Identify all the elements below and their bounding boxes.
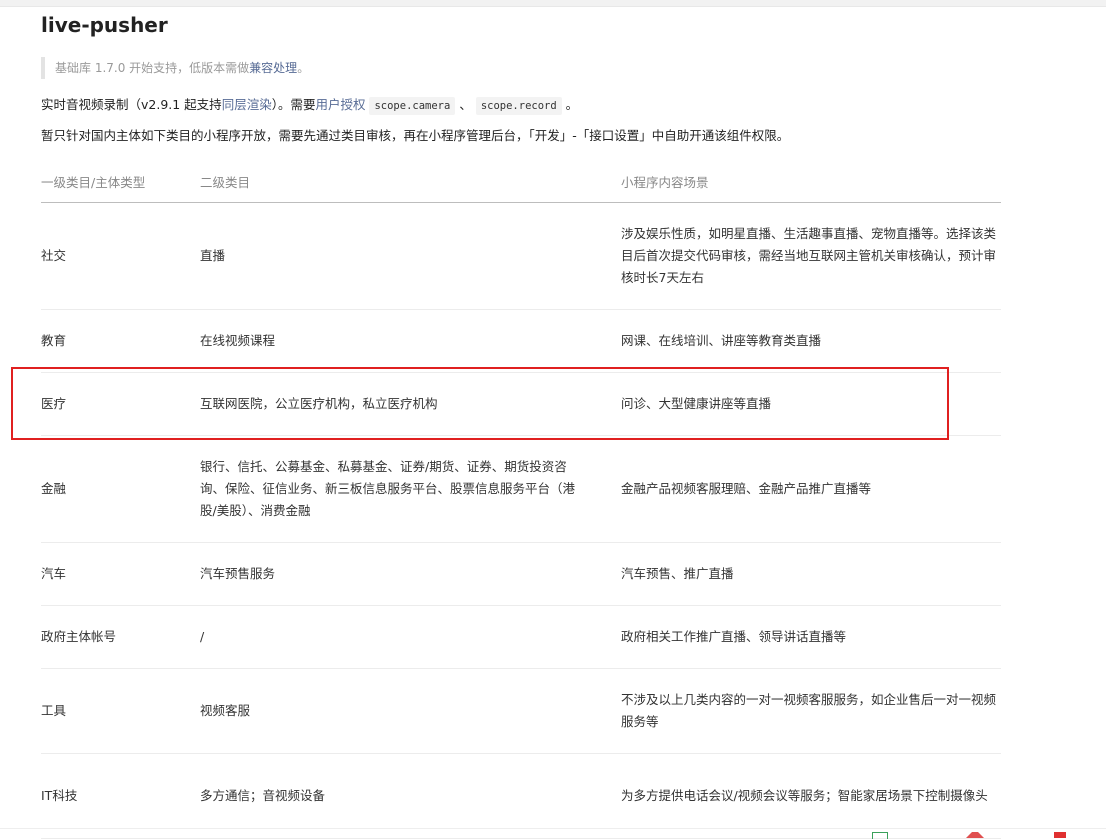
- scope-record-code: scope.record: [475, 97, 562, 115]
- header-cat2: 二级类目: [200, 160, 621, 203]
- notice-paragraph: 暂只针对国内主体如下类目的小程序开放，需要先通过类目审核，再在小程序管理后台，「…: [41, 128, 790, 143]
- table-row: 社交 直播 涉及娱乐性质，如明星直播、生活趣事直播、宠物直播等。选择该类目后首次…: [41, 202, 1001, 310]
- cell-cat2-text: 银行、信托、公募基金、私募基金、证券/期货、证券、期货投资咨询、保险、征信业务、…: [200, 459, 576, 518]
- cell-scene: 涉及娱乐性质，如明星直播、生活趣事直播、宠物直播等。选择该类目后首次提交代码审核…: [621, 202, 1001, 310]
- header-cat1: 一级类目/主体类型: [41, 160, 200, 203]
- intro-paragraph: 实时音视频录制（v2.9.1 起支持同层渲染）。需要用户授权 scope.cam…: [41, 95, 578, 116]
- cell-cat1: IT科技: [41, 753, 200, 839]
- tip-suffix: 。: [297, 61, 310, 75]
- warning-icon[interactable]: [966, 832, 984, 838]
- table-header-row: 一级类目/主体类型 二级类目 小程序内容场景: [41, 160, 1001, 203]
- scope-camera-code: scope.camera: [369, 97, 456, 115]
- cell-scene: 汽车预售、推广直播: [621, 542, 1001, 606]
- page-title: live-pusher: [41, 13, 168, 37]
- cell-cat2: 汽车预售服务: [200, 542, 621, 606]
- cell-scene: 为多方提供电话会议/视频会议等服务；智能家居场景下控制摄像头: [621, 753, 1001, 839]
- table-row: 金融 银行、信托、公募基金、私募基金、证券/期货、证券、期货投资咨询、保险、征信…: [41, 435, 1001, 543]
- user-auth-link[interactable]: 用户授权: [315, 97, 365, 112]
- cell-scene: 网课、在线培训、讲座等教育类直播: [621, 309, 1001, 373]
- table-row: IT科技 多方通信；音视频设备 为多方提供电话会议/视频会议等服务；智能家居场景…: [41, 753, 1001, 839]
- intro-text-1: 实时音视频录制（v2.9.1 起支持: [41, 97, 222, 112]
- cell-scene: 金融产品视频客服理赔、金融产品推广直播等: [621, 435, 1001, 543]
- table-row: 汽车 汽车预售服务 汽车预售、推广直播: [41, 542, 1001, 606]
- intro-sep: 、: [459, 97, 472, 112]
- cell-scene: 不涉及以上几类内容的一对一视频客服服务，如企业售后一对一视频服务等: [621, 668, 1001, 754]
- cell-cat1: 工具: [41, 668, 200, 754]
- cell-cat2: 视频客服: [200, 668, 621, 754]
- report-icon[interactable]: [1054, 832, 1066, 838]
- cell-cat1: 汽车: [41, 542, 200, 606]
- cell-cat2: 在线视频课程: [200, 309, 621, 373]
- cell-cat2: 直播: [200, 202, 621, 310]
- intro-text-2: ）。需要: [271, 97, 316, 112]
- cell-scene: 政府相关工作推广直播、领导讲话直播等: [621, 605, 1001, 669]
- header-scene: 小程序内容场景: [621, 160, 1001, 203]
- cell-cat1: 社交: [41, 202, 200, 310]
- table-row: 政府主体帐号 / 政府相关工作推广直播、领导讲话直播等: [41, 605, 1001, 669]
- compat-link[interactable]: 兼容处理: [249, 61, 297, 75]
- cell-cat2: /: [200, 605, 621, 669]
- table-row: 工具 视频客服 不涉及以上几类内容的一对一视频客服服务，如企业售后一对一视频服务…: [41, 668, 1001, 754]
- top-divider: [0, 0, 1106, 7]
- cell-cat1: 政府主体帐号: [41, 605, 200, 669]
- table-row: 教育 在线视频课程 网课、在线培训、讲座等教育类直播: [41, 309, 1001, 373]
- category-table: 一级类目/主体类型 二级类目 小程序内容场景 社交 直播 涉及娱乐性质，如明星直…: [41, 160, 1001, 839]
- intro-end: 。: [565, 97, 579, 112]
- cell-cat2: 多方通信；音视频设备: [200, 753, 621, 839]
- highlight-annotation-box: [11, 367, 949, 440]
- cell-cat1: 金融: [41, 435, 200, 543]
- same-layer-render-link[interactable]: 同层渲染: [222, 97, 272, 112]
- version-tip: 基础库 1.7.0 开始支持，低版本需做兼容处理。: [41, 57, 641, 79]
- cell-cat2: 银行、信托、公募基金、私募基金、证券/期货、证券、期货投资咨询、保险、征信业务、…: [200, 435, 621, 543]
- tip-text: 基础库 1.7.0 开始支持，低版本需做: [55, 61, 250, 75]
- cell-cat1: 教育: [41, 309, 200, 373]
